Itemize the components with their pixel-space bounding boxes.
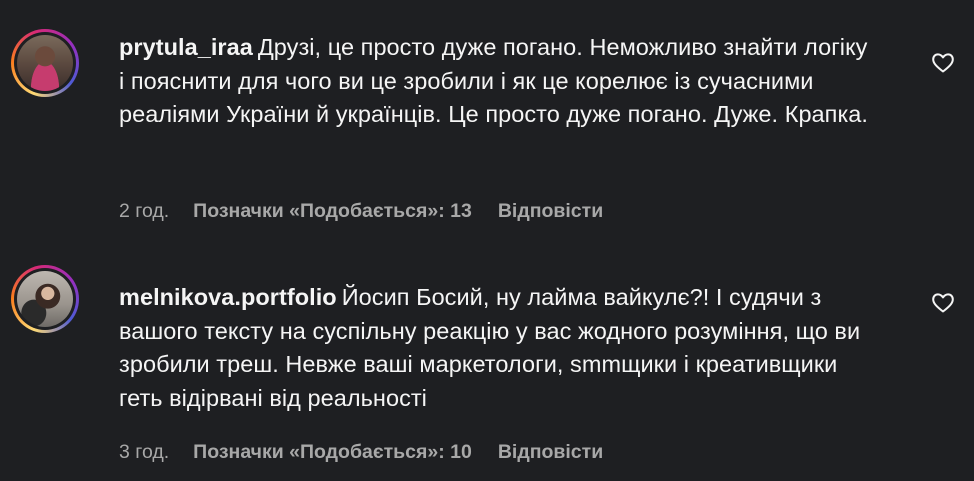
- avatar-image: [17, 271, 73, 327]
- comment-username[interactable]: melnikova.portfolio: [119, 284, 337, 310]
- comment-username[interactable]: prytula_iraa: [119, 34, 253, 60]
- avatar-image: [17, 35, 73, 91]
- reply-button[interactable]: Відповісти: [498, 441, 603, 464]
- comment-timestamp[interactable]: 2 год.: [119, 200, 169, 223]
- likes-count[interactable]: Позначки «Подобається»: 10: [193, 441, 472, 464]
- comment-meta: 3 год. Позначки «Подобається»: 10 Відпов…: [119, 441, 603, 464]
- avatar[interactable]: [11, 265, 79, 333]
- comment-meta: 2 год. Позначки «Подобається»: 13 Відпов…: [119, 200, 603, 223]
- comment-timestamp[interactable]: 3 год.: [119, 441, 169, 464]
- reply-button[interactable]: Відповісти: [498, 200, 603, 223]
- comment-body: melnikova.portfolio Йосип Босий, ну лайма…: [119, 281, 879, 415]
- likes-count[interactable]: Позначки «Подобається»: 13: [193, 200, 472, 223]
- avatar[interactable]: [11, 29, 79, 97]
- comment-body: prytula_iraa Друзі, це просто дуже погано…: [119, 31, 879, 132]
- heart-outline-icon[interactable]: [931, 291, 955, 315]
- heart-outline-icon[interactable]: [931, 51, 955, 75]
